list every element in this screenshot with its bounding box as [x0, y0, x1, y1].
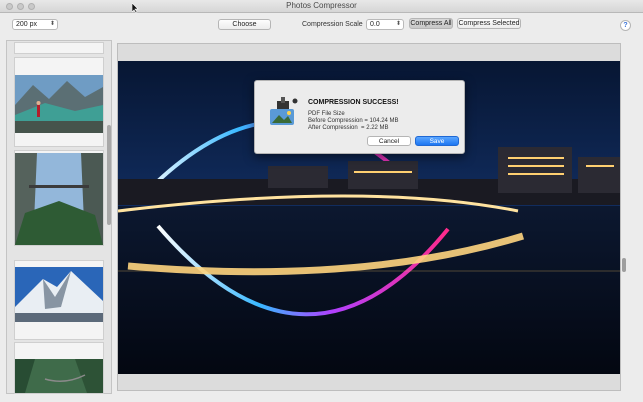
cancel-button[interactable]: Cancel: [367, 136, 411, 146]
compression-result-dialog: COMPRESSION SUCCESS! PDF File Size Befor…: [254, 80, 465, 154]
compression-scale-value: 0.0: [370, 21, 380, 28]
after-size-text: After Compression = 2.22 MB: [308, 125, 389, 131]
compress-selected-button[interactable]: Compress Selected: [457, 18, 521, 29]
compression-scale-popup[interactable]: 0.0 ⬍: [366, 19, 404, 30]
compress-all-button[interactable]: Compress All: [409, 18, 453, 29]
window-title: Photos Compressor: [286, 1, 357, 10]
app-compress-icon: [270, 97, 298, 125]
dialog-subtitle: PDF File Size: [308, 111, 345, 117]
preview-scrollbar[interactable]: [622, 258, 626, 272]
thumbnail-item[interactable]: [14, 57, 104, 147]
cursor-icon: [132, 3, 139, 13]
dialog-title: COMPRESSION SUCCESS!: [308, 99, 399, 106]
thumbnail-item[interactable]: [14, 42, 104, 54]
thumbnail-item[interactable]: [14, 260, 104, 340]
toolbar: 200 px ⬍ Choose Compression Scale 0.0 ⬍ …: [0, 13, 643, 39]
thumbnail-image: [15, 359, 103, 393]
thumbnail-image: [15, 267, 103, 322]
thumbnail-image: [15, 153, 103, 245]
before-size-text: Before Compression = 104.24 MB: [308, 118, 399, 124]
title-bar: Photos Compressor: [0, 0, 643, 13]
app-window: Photos Compressor 200 px ⬍ Choose Compre…: [0, 0, 643, 402]
choose-button[interactable]: Choose: [218, 19, 271, 30]
save-button[interactable]: Save: [415, 136, 459, 146]
thumbnail-item[interactable]: [14, 342, 104, 394]
popup-arrows-icon: ⬍: [395, 21, 401, 27]
sidebar-scrollbar[interactable]: [107, 125, 111, 225]
thumbnail-size-popup[interactable]: 200 px ⬍: [12, 19, 58, 30]
thumbnail-sidebar[interactable]: [6, 40, 112, 394]
compression-scale-label: Compression Scale: [302, 21, 363, 28]
popup-arrows-icon: ⬍: [49, 21, 55, 27]
help-icon[interactable]: ?: [620, 20, 631, 31]
thumbnail-image: [15, 75, 103, 133]
thumbnail-item[interactable]: [14, 150, 104, 246]
thumbnail-size-value: 200 px: [16, 21, 38, 28]
